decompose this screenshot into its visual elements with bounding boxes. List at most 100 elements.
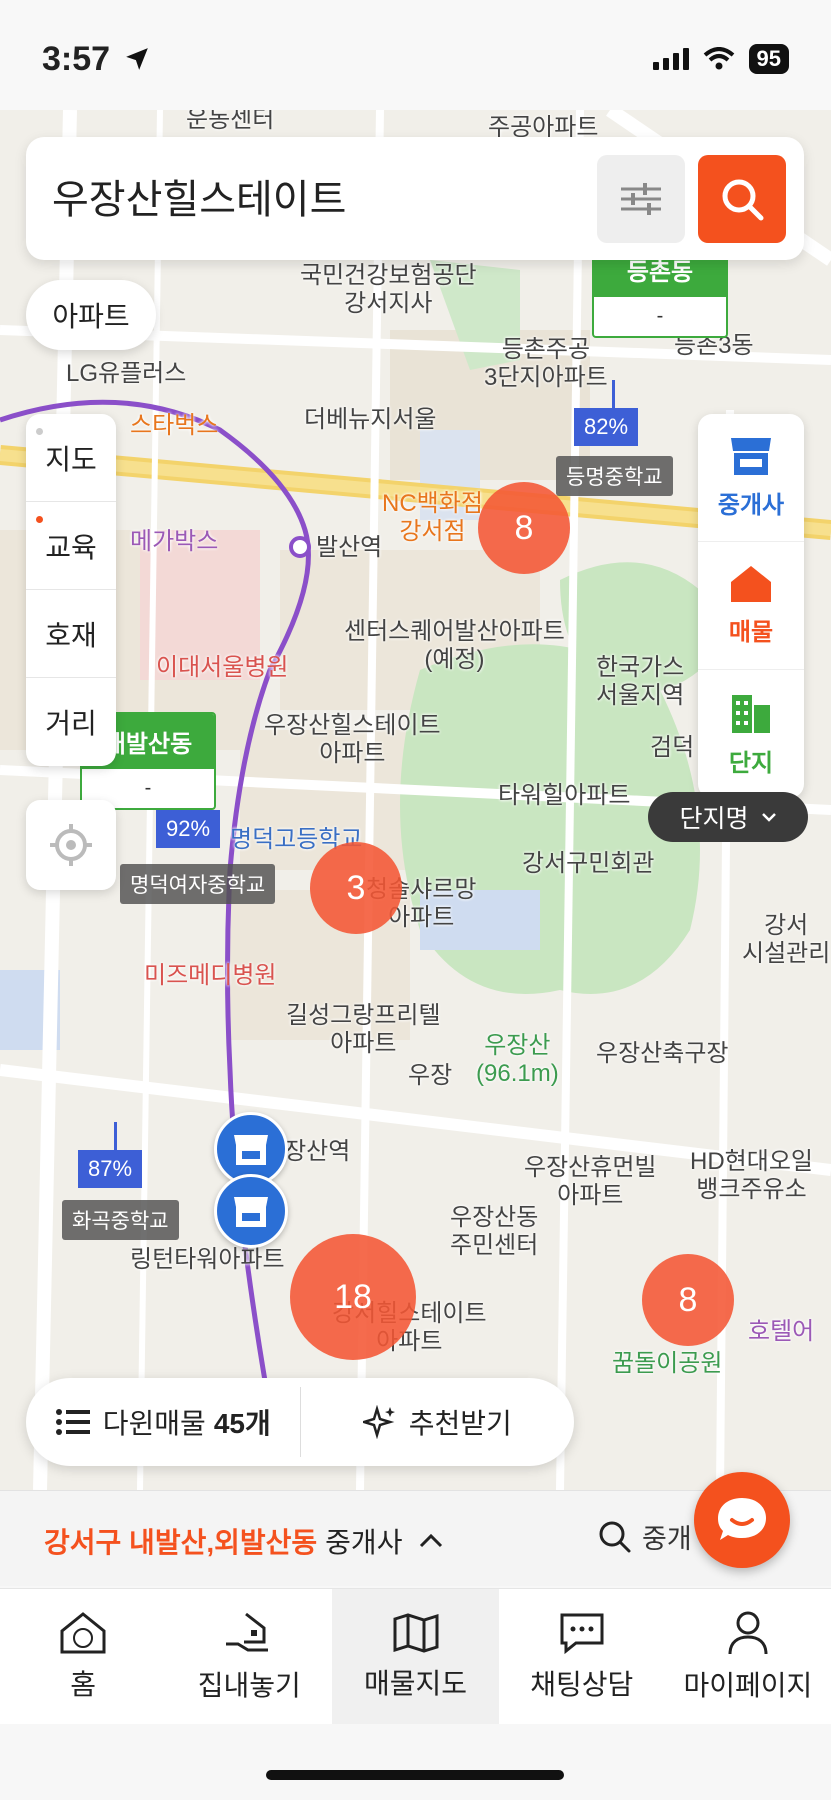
chevron-up-icon (420, 1533, 443, 1548)
school-name-tag[interactable]: 화곡중학교 (62, 1200, 179, 1240)
chat-icon (560, 1613, 604, 1654)
filter-agents[interactable]: 중개사 (698, 414, 804, 542)
map-label: 타워힐아파트 (498, 782, 631, 809)
person-icon (728, 1611, 768, 1654)
chevron-down-icon (761, 813, 776, 822)
store-icon (731, 438, 771, 475)
layer-education[interactable]: 교육 (26, 502, 116, 590)
filter-button[interactable] (597, 155, 685, 243)
battery-indicator: 95 (748, 44, 789, 74)
recommend-label: 추천받기 (408, 1408, 512, 1439)
school-rate-flag[interactable]: 92% (156, 810, 221, 848)
map-label: 센터스퀘어발산아파트 (예정) (344, 618, 565, 673)
map-label: 우장 (408, 1062, 453, 1089)
search-input[interactable] (52, 173, 592, 218)
layer-development[interactable]: 호재 (26, 590, 116, 678)
location-arrow-icon (124, 46, 150, 77)
sparkle-icon (362, 1405, 395, 1439)
map-label: 우장산축구장 (596, 1040, 729, 1067)
recommend-button[interactable]: 추천받기 (301, 1378, 575, 1466)
filter-label: 단지 (728, 749, 774, 777)
dropdown-label: 단지명 (679, 805, 749, 833)
map-label: 강서구민회관 (522, 850, 655, 877)
map-label: 더베뉴지서울 (304, 406, 437, 433)
map-label: 우장산 (96.1m) (476, 1032, 559, 1087)
tab-label: 매물지도 (363, 1667, 468, 1699)
map-label: 국민건강보험공단 강서지사 (300, 262, 477, 317)
agent-search-label: 중개 (642, 1524, 692, 1554)
house-icon (731, 566, 771, 602)
map-label: LG유플러스 (66, 360, 187, 387)
map-label: 한국가스 서울지역 (596, 654, 685, 709)
tab-chat[interactable]: 채팅상담 (499, 1589, 665, 1724)
listing-cluster[interactable]: 8 (642, 1254, 734, 1346)
layer-map[interactable]: 지도 (26, 414, 116, 502)
tab-listing-map[interactable]: 매물지도 (332, 1589, 499, 1724)
map-label: 호텔어 (748, 1318, 815, 1345)
listing-cluster[interactable]: 8 (478, 482, 570, 574)
property-type-chip[interactable]: 아파트 (26, 280, 156, 350)
listing-label: 다윈매물 (102, 1408, 206, 1439)
map-label: 우장산휴먼빌 아파트 (524, 1154, 657, 1209)
layer-distance[interactable]: 거리 (26, 678, 116, 766)
locate-button[interactable] (26, 800, 116, 890)
layer-label: 지도 (45, 443, 97, 475)
chat-fab-button[interactable] (694, 1472, 790, 1568)
filter-listings[interactable]: 매물 (698, 542, 804, 670)
listing-count: 45개 (213, 1408, 271, 1439)
store-icon (234, 1197, 268, 1227)
agent-search-button[interactable]: 중개 (598, 1517, 692, 1556)
map-label: 메가박스 (130, 528, 219, 555)
layer-dot (36, 516, 43, 523)
status-bar: 3:57 95 (0, 0, 831, 110)
listing-cluster[interactable]: 18 (290, 1234, 416, 1360)
agent-pin[interactable] (214, 1174, 288, 1248)
school-rate-flag[interactable]: 82% (574, 408, 639, 446)
layer-menu: 지도 교육 호재 거리 (26, 414, 116, 766)
tab-mypage[interactable]: 마이페이지 (665, 1589, 831, 1724)
map-label: 링턴타워아파트 (130, 1246, 285, 1273)
search-button[interactable] (698, 155, 786, 243)
tab-home[interactable]: 홈 (0, 1589, 166, 1724)
map-label: 발산역 (316, 534, 383, 561)
tab-label: 마이페이지 (683, 1669, 813, 1701)
search-icon (599, 1521, 631, 1552)
status-icons: 95 (652, 44, 789, 74)
map-label: 우장산동 주민센터 (450, 1204, 539, 1259)
signal-icon (652, 48, 689, 70)
dong-value: - (656, 305, 664, 327)
house-hand-icon (226, 1612, 269, 1651)
region-title[interactable]: 강서구 내발산,외발산동 중개사 (44, 1521, 444, 1561)
filter-label: 매물 (728, 619, 774, 646)
listing-count-button[interactable]: 다윈매물 45개 (26, 1378, 300, 1466)
status-time: 3:57 (42, 40, 111, 78)
map-label: 등촌주공 3단지아파트 (484, 336, 608, 391)
store-icon (234, 1135, 268, 1165)
layer-label: 교육 (45, 531, 97, 563)
map-label: 검덕 (650, 734, 695, 761)
map-label: 운동센터 (186, 110, 275, 133)
tab-label: 홈 (70, 1668, 96, 1700)
map-label: 스타벅스 (130, 412, 219, 439)
sliders-icon (621, 183, 661, 215)
school-name-tag[interactable]: 명덕여자중학교 (120, 864, 276, 904)
map-icon (393, 1612, 438, 1653)
search-bar (26, 137, 804, 260)
layer-label: 거리 (45, 708, 97, 739)
wifi-icon (703, 47, 734, 70)
school-name-tag[interactable]: 등명중학교 (556, 456, 673, 496)
region-name: 강서구 내발산,외발산동 (44, 1527, 318, 1558)
layer-dot (36, 428, 43, 435)
layer-label: 호재 (45, 619, 97, 651)
map-label: 미즈메디병원 (144, 962, 277, 989)
school-rate-flag[interactable]: 87% (78, 1150, 143, 1188)
filter-label: 중개사 (717, 492, 785, 519)
tab-label: 채팅상담 (530, 1668, 634, 1700)
filter-complexes[interactable]: 단지 (698, 670, 804, 798)
listing-cluster[interactable]: 3 (310, 842, 402, 934)
map-label: 이대서울병원 (156, 654, 289, 681)
home-indicator (266, 1770, 564, 1780)
map-label: 우장산힐스테이트 아파트 (264, 712, 441, 767)
complex-name-dropdown[interactable]: 단지명 (648, 792, 808, 842)
tab-list-property[interactable]: 집내놓기 (166, 1589, 332, 1724)
